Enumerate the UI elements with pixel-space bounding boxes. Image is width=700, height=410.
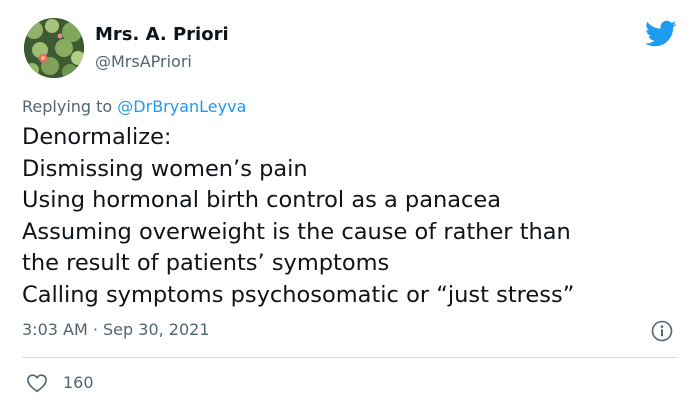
reply-mention-link[interactable]: @DrBryanLeyva <box>117 97 246 116</box>
tweet-line: Assuming overweight is the cause of rath… <box>22 218 571 245</box>
tweet-line: the result of patients’ symptoms <box>22 250 390 276</box>
divider <box>22 357 678 358</box>
reply-context: Replying to @DrBryanLeyva <box>22 97 246 116</box>
water-lily-avatar-image <box>24 18 84 78</box>
twitter-bird-icon[interactable] <box>645 20 677 48</box>
avatar[interactable] <box>24 18 84 78</box>
tweet-line: Calling symptoms psychosomatic or “just … <box>22 281 575 308</box>
tweet-line: Dismissing women’s pain <box>22 155 308 182</box>
tweet-line: Using hormonal birth control as a panace… <box>22 187 502 213</box>
like-count[interactable]: 160 <box>63 373 94 392</box>
info-icon[interactable] <box>651 320 673 342</box>
author-handle[interactable]: @MrsAPriori <box>95 52 192 71</box>
tweet-line: Denormalize: <box>22 124 172 150</box>
reply-context-prefix: Replying to <box>22 97 118 116</box>
tweet-timestamp[interactable]: 3:03 AM · Sep 30, 2021 <box>22 320 210 339</box>
author-display-name[interactable]: Mrs. A. Priori <box>95 24 229 45</box>
tweet-text: Denormalize: Dismissing women’s pain Usi… <box>22 122 682 311</box>
heart-icon[interactable] <box>26 373 48 393</box>
